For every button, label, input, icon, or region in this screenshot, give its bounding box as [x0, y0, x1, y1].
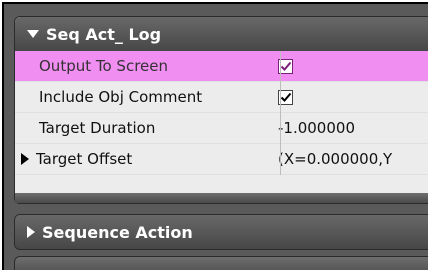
target-duration-value[interactable]: -1.000000: [270, 119, 428, 137]
property-row-target-duration[interactable]: Target Duration -1.000000: [15, 113, 428, 144]
group-title: Sequence Action: [42, 222, 193, 242]
group-title: Seq Act_ Log: [46, 24, 162, 44]
property-value: [270, 58, 428, 74]
next-group-header-partial[interactable]: [14, 256, 428, 270]
target-offset-value[interactable]: (X=0.000000,Y: [270, 150, 428, 168]
expand-triangle-down-icon[interactable]: [27, 30, 39, 38]
property-label-wrapper: Target Offset: [15, 150, 270, 168]
property-rows: Output To Screen Include Obj Comment Tar…: [15, 51, 428, 175]
column-divider[interactable]: [280, 51, 281, 175]
expand-triangle-right-icon[interactable]: [27, 226, 35, 238]
property-row-output-to-screen[interactable]: Output To Screen: [15, 51, 428, 82]
property-row-target-offset[interactable]: Target Offset (X=0.000000,Y: [15, 144, 428, 175]
property-group-seq-act-log: Seq Act_ Log Output To Screen Include Ob…: [14, 16, 428, 204]
property-label: Target Offset: [36, 150, 133, 168]
group-header-seq-act-log[interactable]: Seq Act_ Log: [15, 17, 428, 51]
property-group-sequence-action: Sequence Action: [14, 214, 428, 250]
property-label: Include Obj Comment: [39, 88, 203, 106]
property-row-include-obj-comment[interactable]: Include Obj Comment: [15, 82, 428, 113]
group-footer: [15, 193, 428, 203]
property-label: Output To Screen: [39, 57, 169, 75]
check-icon: [280, 61, 291, 71]
property-value: [270, 89, 428, 105]
expand-triangle-right-icon[interactable]: [21, 153, 29, 165]
property-panel: Seq Act_ Log Output To Screen Include Ob…: [2, 2, 428, 270]
property-label: Target Duration: [39, 119, 156, 137]
check-icon: [280, 92, 291, 102]
group-header-sequence-action[interactable]: Sequence Action: [15, 215, 428, 249]
